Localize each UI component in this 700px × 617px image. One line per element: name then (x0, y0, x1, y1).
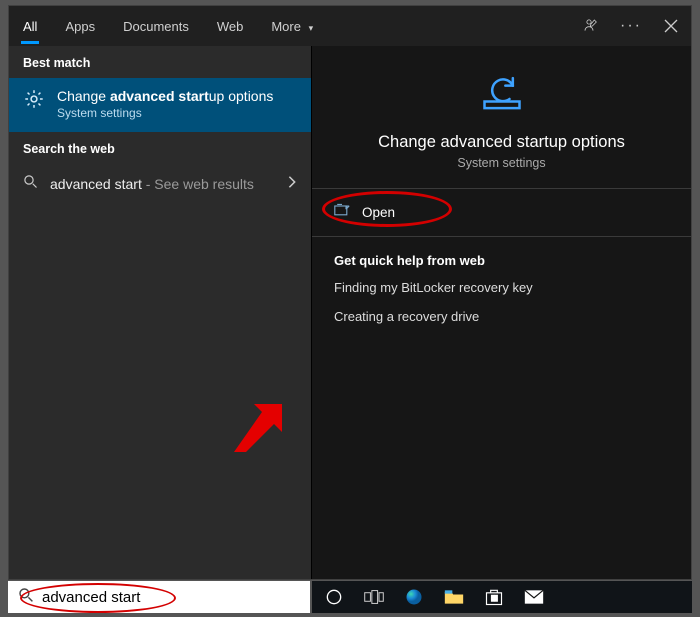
bm-title-suffix: up options (209, 88, 274, 104)
tab-all[interactable]: All (9, 9, 51, 44)
best-match-label: Best match (9, 46, 311, 78)
taskbar (312, 581, 692, 613)
web-result-item[interactable]: advanced start - See web results (9, 164, 311, 204)
file-explorer-icon[interactable] (436, 583, 472, 611)
quick-link[interactable]: Creating a recovery drive (334, 309, 669, 324)
mail-icon[interactable] (516, 583, 552, 611)
bm-title-prefix: Change (57, 88, 110, 104)
tab-apps[interactable]: Apps (51, 9, 109, 44)
bm-title-bold: advanced start (110, 88, 209, 104)
cortana-icon[interactable] (316, 583, 352, 611)
tab-documents[interactable]: Documents (109, 9, 203, 44)
open-label: Open (362, 205, 395, 220)
recovery-icon (477, 72, 527, 121)
open-action[interactable]: Open (312, 189, 691, 237)
best-match-text: Change advanced startup options System s… (57, 88, 273, 120)
quick-help: Get quick help from web Finding my BitLo… (312, 237, 691, 354)
web-result-term: advanced start (50, 176, 142, 192)
bm-subtitle: System settings (57, 106, 273, 120)
results-list: Best match Change advanced startup optio… (9, 46, 311, 579)
tab-web[interactable]: Web (203, 9, 258, 44)
search-flyout: All Apps Documents Web More ▾ ··· Best m… (8, 5, 692, 580)
best-match-item[interactable]: Change advanced startup options System s… (9, 78, 311, 132)
search-web-label: Search the web (9, 132, 311, 164)
detail-title: Change advanced startup options (378, 133, 625, 152)
task-view-icon[interactable] (356, 583, 392, 611)
search-box[interactable] (8, 581, 310, 613)
detail-subtitle: System settings (457, 156, 545, 170)
search-icon (18, 587, 34, 608)
chevron-right-icon (287, 175, 297, 194)
filter-tabs: All Apps Documents Web More ▾ ··· (9, 6, 691, 46)
window-controls: ··· (571, 6, 691, 46)
chevron-down-icon: ▾ (309, 23, 314, 33)
open-icon (334, 203, 350, 222)
web-result-text: advanced start - See web results (50, 176, 275, 192)
search-icon (23, 174, 38, 194)
quick-link[interactable]: Finding my BitLocker recovery key (334, 280, 669, 295)
tab-more-label: More (271, 19, 301, 34)
detail-pane: Change advanced startup options System s… (311, 46, 691, 579)
quick-help-heading: Get quick help from web (334, 253, 669, 268)
feedback-icon[interactable] (571, 6, 611, 46)
more-options-icon[interactable]: ··· (611, 6, 651, 46)
edge-icon[interactable] (396, 583, 432, 611)
search-input[interactable] (42, 589, 300, 606)
tab-more[interactable]: More ▾ (257, 9, 327, 44)
store-icon[interactable] (476, 583, 512, 611)
close-button[interactable] (651, 6, 691, 46)
web-result-hint: - See web results (142, 176, 254, 192)
results-body: Best match Change advanced startup optio… (9, 46, 691, 579)
detail-header: Change advanced startup options System s… (312, 46, 691, 189)
settings-icon (23, 88, 45, 115)
